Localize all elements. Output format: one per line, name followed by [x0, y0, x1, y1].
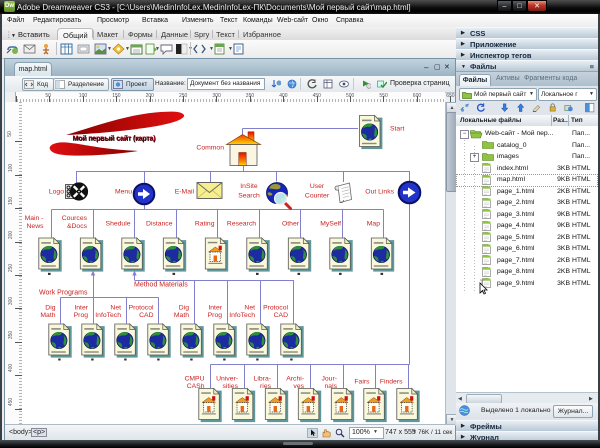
- svg-text:Cources: Cources: [62, 215, 88, 222]
- svg-text:CMPU: CMPU: [184, 376, 204, 383]
- svg-text:Common: Common: [196, 145, 224, 152]
- svg-text:Method Materials: Method Materials: [134, 282, 188, 289]
- svg-text:Start: Start: [390, 126, 404, 133]
- svg-text:Net: Net: [110, 305, 121, 312]
- svg-text:Finders: Finders: [380, 379, 403, 386]
- svg-text:&Docs: &Docs: [67, 223, 88, 230]
- svg-text:Мой первый сайт (карта): Мой первый сайт (карта): [73, 135, 156, 143]
- svg-text:Prog: Prog: [74, 312, 89, 319]
- svg-text:Distance: Distance: [146, 221, 173, 228]
- svg-text:Map: Map: [367, 221, 380, 228]
- svg-text:Main -: Main -: [25, 215, 44, 222]
- svg-text:InfoTech: InfoTech: [95, 312, 121, 319]
- svg-text:Net: Net: [244, 305, 255, 312]
- svg-text:User: User: [310, 183, 325, 190]
- svg-text:Search: Search: [238, 193, 260, 200]
- svg-text:Logo: Logo: [49, 189, 64, 196]
- svg-text:MySelf: MySelf: [320, 221, 341, 228]
- svg-text:Shedule: Shedule: [106, 221, 131, 228]
- svg-text:News: News: [27, 223, 45, 230]
- svg-text:Jour-: Jour-: [322, 376, 338, 383]
- svg-text:CAD: CAD: [139, 312, 153, 319]
- svg-text:Dig: Dig: [45, 305, 55, 312]
- svg-text:InSite: InSite: [240, 183, 258, 190]
- svg-text:Libra-: Libra-: [254, 376, 271, 383]
- svg-text:Protocol: Protocol: [129, 305, 154, 312]
- svg-text:Counter: Counter: [305, 193, 330, 200]
- svg-text:Inter: Inter: [208, 305, 222, 312]
- svg-text:Research: Research: [227, 221, 256, 228]
- svg-text:CAD: CAD: [274, 312, 288, 319]
- svg-text:Menu: Menu: [115, 189, 132, 196]
- svg-text:Work Programs: Work Programs: [39, 290, 88, 297]
- svg-text:InfoTech: InfoTech: [229, 312, 255, 319]
- svg-text:Inter: Inter: [74, 305, 88, 312]
- svg-text:Univer-: Univer-: [216, 376, 238, 383]
- svg-text:Archi-: Archi-: [286, 376, 304, 383]
- svg-text:Protocol: Protocol: [263, 305, 288, 312]
- svg-text:Other: Other: [282, 221, 300, 228]
- svg-text:Math: Math: [40, 312, 55, 319]
- svg-text:Fairs: Fairs: [354, 379, 370, 386]
- svg-text:Math: Math: [174, 312, 189, 319]
- svg-text:Dig: Dig: [179, 305, 189, 312]
- svg-text:Prog: Prog: [208, 312, 223, 319]
- svg-text:Rating: Rating: [195, 221, 215, 228]
- svg-text:E-Mail: E-Mail: [175, 189, 195, 196]
- svg-text:Out Links: Out Links: [365, 189, 394, 196]
